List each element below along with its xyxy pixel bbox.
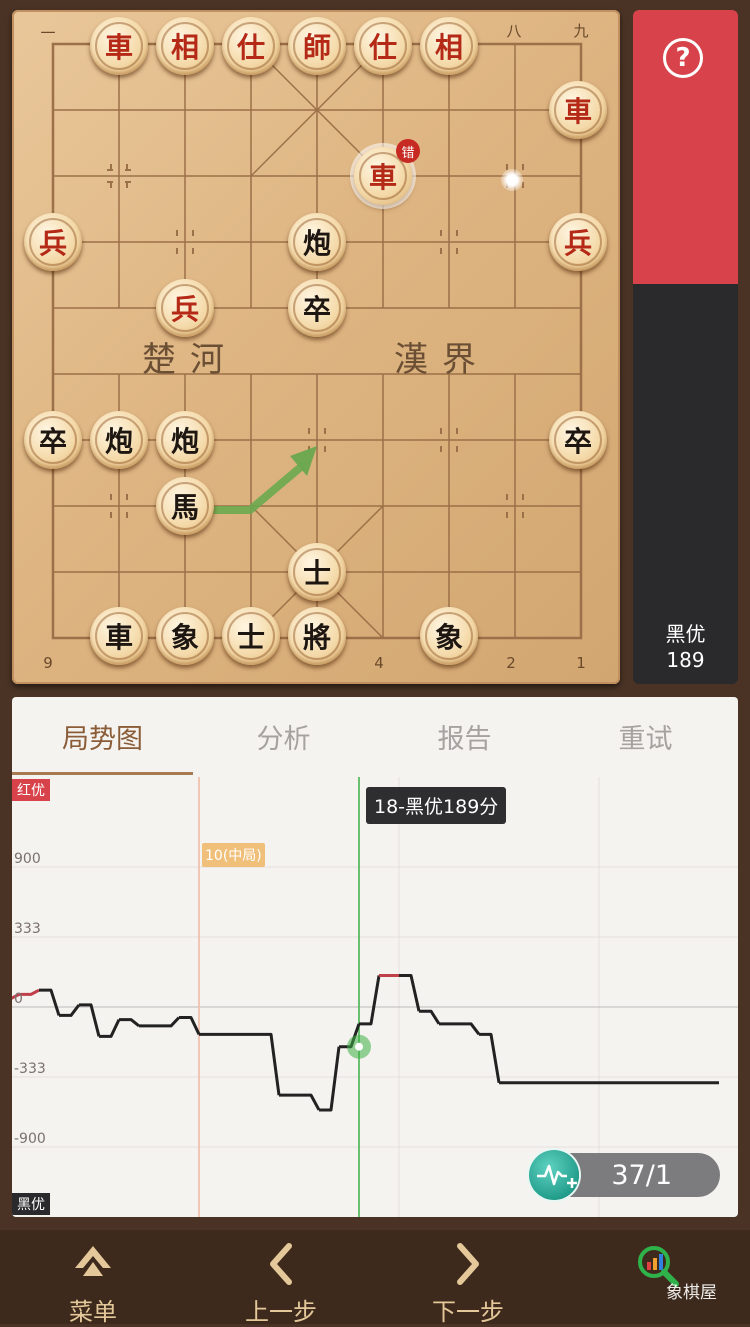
piece-red-elephant[interactable]: 相 bbox=[156, 17, 214, 75]
river-text-right: 漢界 bbox=[394, 340, 490, 380]
piece-black-general[interactable]: 將 bbox=[288, 607, 346, 665]
series-segment bbox=[359, 975, 381, 1026]
series-segment bbox=[479, 1032, 501, 1084]
home-menu-icon bbox=[75, 1246, 111, 1276]
phase-tag: 10(中局) bbox=[202, 843, 265, 867]
file-label-bottom-2: 2 bbox=[506, 654, 516, 672]
advantage-score: 189 bbox=[666, 648, 705, 672]
piece-black-cannon[interactable]: 炮 bbox=[156, 411, 214, 469]
piece-red-advisor[interactable]: 仕 bbox=[222, 17, 280, 75]
menu-label: 菜单 bbox=[69, 1298, 117, 1326]
y-tick-label: 333 bbox=[14, 921, 41, 937]
chevron-right-icon bbox=[457, 1243, 479, 1285]
situation-line-chart[interactable] bbox=[12, 777, 738, 1217]
tab-report[interactable]: 报告 bbox=[374, 697, 555, 775]
current-move-marker-center bbox=[355, 1042, 363, 1051]
series-segment bbox=[399, 973, 421, 1012]
next-step-button[interactable]: 下一步 bbox=[408, 1230, 528, 1326]
y-tick-label: 900 bbox=[14, 851, 41, 867]
piece-black-cannon[interactable]: 炮 bbox=[90, 411, 148, 469]
river-text-left: 楚河 bbox=[142, 340, 238, 380]
series-segment bbox=[259, 1032, 281, 1096]
file-label-top-1: 一 bbox=[40, 24, 56, 42]
advantage-bar: ? 黑优 189 bbox=[633, 10, 738, 684]
file-label-bottom-4: 4 bbox=[374, 654, 384, 672]
file-label-bottom-9: 9 bbox=[43, 654, 53, 672]
error-badge: 错 bbox=[396, 139, 420, 163]
piece-red-soldier[interactable]: 兵 bbox=[156, 279, 214, 337]
piece-black-soldier[interactable]: 卒 bbox=[24, 411, 82, 469]
analysis-panel: 局势图 分析 报告 重试 红优 黑优 900 333 0 -333 -900 1… bbox=[12, 697, 738, 1217]
active-tab-indicator bbox=[12, 772, 193, 775]
piece-black-advisor[interactable]: 士 bbox=[222, 607, 280, 665]
series-segment bbox=[459, 1022, 481, 1036]
chevron-left-icon bbox=[270, 1243, 292, 1285]
bottom-nav-bar: 菜单 上一步 下一步 bbox=[0, 1230, 750, 1326]
tab-analysis[interactable]: 分析 bbox=[193, 697, 374, 775]
watermark-logo: 象棋屋 bbox=[666, 1283, 717, 1303]
y-tick-label: -900 bbox=[14, 1131, 46, 1147]
series-segment bbox=[179, 1016, 201, 1035]
help-button[interactable]: ? bbox=[663, 38, 703, 78]
question-icon: ? bbox=[675, 43, 691, 73]
series-segment bbox=[419, 1009, 441, 1025]
series-segment bbox=[119, 1018, 140, 1028]
series-segment bbox=[79, 1003, 101, 1037]
tab-situation-chart[interactable]: 局势图 bbox=[12, 697, 193, 775]
file-label-top-9: 九 bbox=[573, 22, 589, 40]
piece-black-chariot[interactable]: 車 bbox=[90, 607, 148, 665]
y-tick-label: 0 bbox=[14, 991, 23, 1007]
file-label-bottom-1: 1 bbox=[576, 654, 586, 672]
series-segment bbox=[159, 1016, 181, 1028]
piece-red-soldier[interactable]: 兵 bbox=[24, 213, 82, 271]
file-label-top-8: 八 bbox=[506, 22, 522, 40]
piece-black-elephant[interactable]: 象 bbox=[420, 607, 478, 665]
piece-red-elephant[interactable]: 相 bbox=[420, 17, 478, 75]
piece-black-soldier[interactable]: 卒 bbox=[288, 279, 346, 337]
chess-board[interactable]: 一 八 九 9 4 2 1 楚河 漢界 車 相 仕 師 仕 相 車 車 错 兵 … bbox=[12, 10, 620, 684]
add-analysis-button[interactable] bbox=[529, 1150, 579, 1200]
menu-button[interactable]: 菜单 bbox=[33, 1230, 153, 1326]
piece-black-cannon[interactable]: 炮 bbox=[288, 213, 346, 271]
piece-red-soldier[interactable]: 兵 bbox=[549, 213, 607, 271]
piece-red-advisor[interactable]: 仕 bbox=[354, 17, 412, 75]
next-step-label: 下一步 bbox=[432, 1298, 504, 1326]
y-tick-label: -333 bbox=[14, 1061, 46, 1077]
move-tooltip: 18-黑优189分 bbox=[366, 787, 507, 824]
series-segment bbox=[319, 1046, 341, 1112]
piece-red-general[interactable]: 師 bbox=[288, 17, 346, 75]
piece-black-horse[interactable]: 馬 bbox=[156, 477, 214, 535]
piece-label: 車 bbox=[368, 161, 397, 194]
piece-red-chariot[interactable]: 車 bbox=[90, 17, 148, 75]
analysis-search-button[interactable] bbox=[596, 1230, 716, 1324]
series-segment bbox=[99, 1018, 121, 1038]
pulse-plus-icon bbox=[537, 1164, 577, 1188]
piece-red-chariot[interactable]: 車 bbox=[549, 81, 607, 139]
series-segment bbox=[39, 988, 61, 1016]
piece-black-soldier[interactable]: 卒 bbox=[549, 411, 607, 469]
red-advantage-tag: 红优 bbox=[12, 779, 50, 801]
move-target-dot[interactable] bbox=[501, 169, 523, 191]
advantage-side-label: 黑优 bbox=[665, 622, 706, 646]
series-segment bbox=[59, 1003, 81, 1017]
previous-step-label: 上一步 bbox=[245, 1298, 317, 1326]
piece-black-advisor[interactable]: 士 bbox=[288, 543, 346, 601]
black-advantage-tag: 黑优 bbox=[12, 1193, 50, 1215]
piece-black-elephant[interactable]: 象 bbox=[156, 607, 214, 665]
previous-step-button[interactable]: 上一步 bbox=[221, 1230, 341, 1326]
tab-retry[interactable]: 重试 bbox=[555, 697, 736, 775]
piece-red-chariot-selected[interactable]: 車 错 bbox=[354, 139, 420, 205]
series-segment bbox=[299, 1093, 321, 1111]
